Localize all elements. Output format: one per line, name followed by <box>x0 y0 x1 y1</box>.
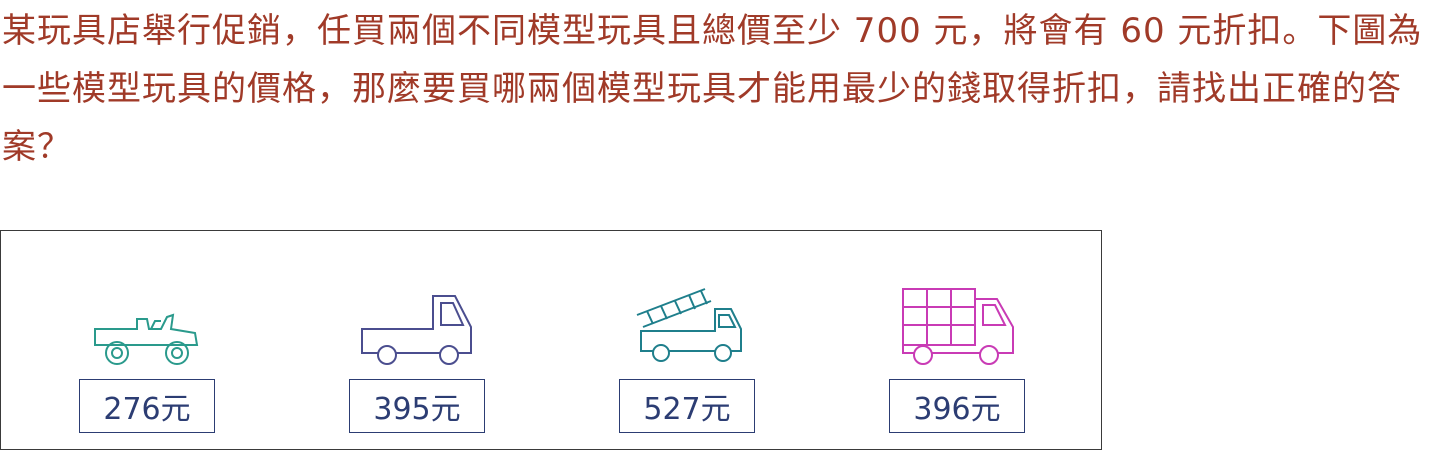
question-text: 某玩具店舉行促銷，任買兩個不同模型玩具且總價至少 700 元，將會有 60 元折… <box>2 11 1423 167</box>
box-truck-price: 396元 <box>913 392 1001 427</box>
jeep-icon <box>94 313 199 365</box>
jeep-price-box: 276元 <box>79 379 215 433</box>
ladder-truck-icon <box>636 288 742 362</box>
jeep-price: 276元 <box>103 392 191 427</box>
box-truck-icon <box>902 288 1014 365</box>
pickup-truck-toy <box>359 293 475 369</box>
box-truck-price-box: 396元 <box>889 379 1025 433</box>
pickup-truck-price-box: 395元 <box>349 379 485 433</box>
ladder-truck-toy <box>635 287 745 367</box>
ladder-truck-price: 527元 <box>643 392 731 427</box>
pickup-truck-icon <box>361 295 472 365</box>
box-truck-toy <box>901 287 1017 369</box>
toy-price-panel: 276元 395元 527元 396元 <box>0 230 1102 450</box>
pickup-truck-price: 395元 <box>373 392 461 427</box>
jeep-toy <box>91 309 203 367</box>
ladder-truck-price-box: 527元 <box>619 379 755 433</box>
